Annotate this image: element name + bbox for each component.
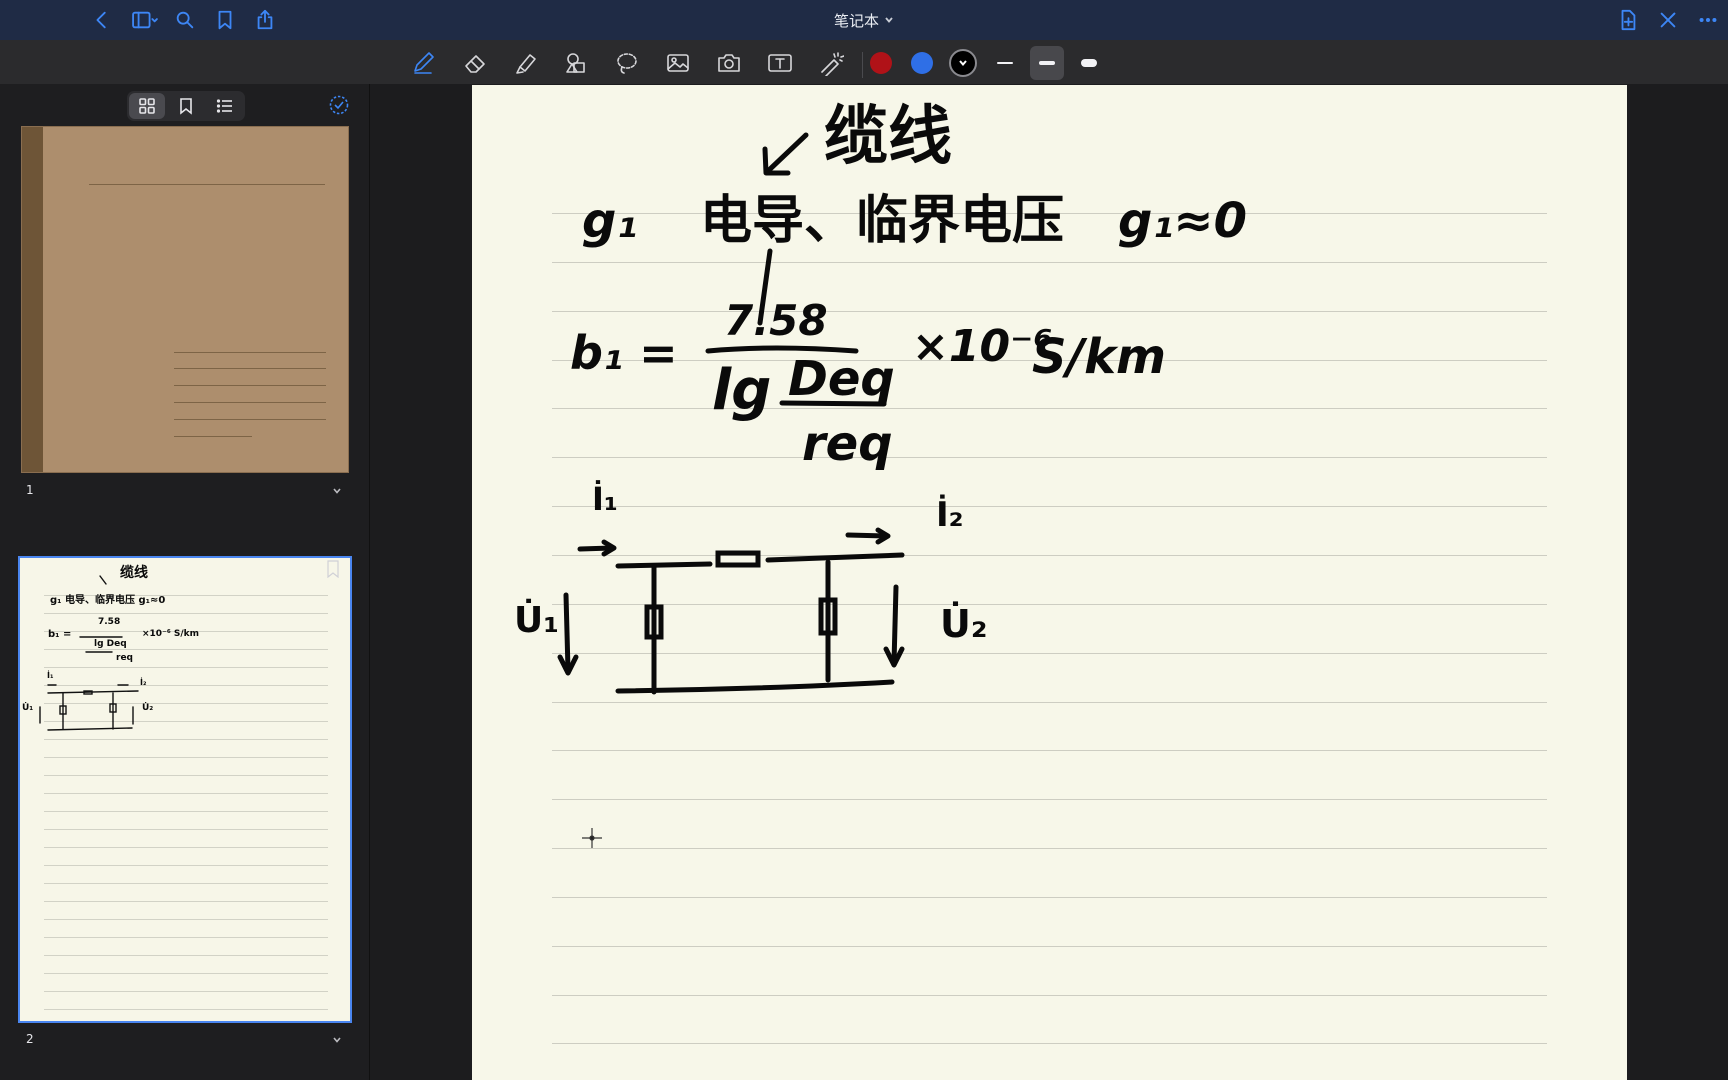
close-icon[interactable] — [1654, 6, 1682, 34]
page-menu-chevron-icon[interactable] — [332, 483, 344, 495]
note-canvas-area[interactable]: 缆线 g₁ 电导、临界电压 g₁≈0 7.58 b₁ = lg Deq req … — [371, 84, 1728, 1080]
highlighter-icon[interactable] — [509, 46, 543, 80]
cover-line — [174, 352, 326, 353]
cover-line — [174, 436, 252, 437]
share-icon[interactable] — [251, 6, 279, 34]
ruled-line — [44, 883, 328, 884]
color-swatch-blue[interactable] — [911, 52, 933, 74]
cover-line — [174, 402, 326, 403]
cover-line — [89, 184, 325, 185]
laser-pointer-icon[interactable] — [814, 46, 848, 80]
ruled-line — [44, 865, 328, 866]
thumb-ink-drawing — [39, 575, 139, 731]
cover-line — [174, 385, 326, 386]
sidebar-toggle-icon[interactable] — [128, 6, 162, 34]
bookmark-view-icon[interactable] — [168, 93, 204, 119]
select-pages-icon[interactable] — [328, 94, 352, 118]
shapes-icon[interactable] — [559, 46, 593, 80]
ruled-line — [44, 793, 328, 794]
more-icon[interactable] — [1694, 6, 1722, 34]
chevron-down-icon — [959, 60, 967, 67]
outline-view-icon[interactable] — [207, 93, 243, 119]
image-icon[interactable] — [661, 46, 695, 80]
chevron-down-icon — [885, 17, 893, 23]
note-page[interactable]: 缆线 g₁ 电导、临界电压 g₁≈0 7.58 b₁ = lg Deq req … — [472, 85, 1627, 1080]
notebook-title-button[interactable]: 笔记本 — [834, 10, 894, 31]
color-swatch-red[interactable] — [870, 52, 892, 74]
cover-line — [174, 419, 326, 420]
grid-view-icon[interactable] — [129, 93, 165, 119]
ruled-line — [44, 901, 328, 902]
ruled-line — [44, 811, 328, 812]
notes-app: 笔记本 1 缆线 g₁ 电导、临界电压 g₁≈0 7.58 b₁ = lg De… — [0, 0, 1728, 1080]
color-swatch-black[interactable] — [949, 49, 977, 77]
page-thumbnail-1[interactable] — [21, 126, 349, 473]
ink-drawing — [557, 132, 905, 695]
pen-icon[interactable] — [406, 46, 440, 80]
stroke-medium-button[interactable] — [1030, 46, 1064, 80]
ruled-line — [44, 955, 328, 956]
eraser-icon[interactable] — [458, 46, 492, 80]
view-mode-segmented-control — [127, 91, 245, 121]
cover-line — [174, 368, 326, 369]
ruled-line — [44, 919, 328, 920]
search-icon[interactable] — [171, 6, 199, 34]
page-menu-chevron-icon[interactable] — [332, 1032, 344, 1044]
cover-spine — [22, 127, 43, 472]
notebook-title: 笔记本 — [833, 11, 879, 30]
text-icon[interactable] — [763, 46, 797, 80]
page-sidebar: 1 缆线 g₁ 电导、临界电压 g₁≈0 7.58 b₁ = lg Deq re… — [0, 84, 370, 1080]
ruled-line — [44, 829, 328, 830]
toolbar-divider — [862, 52, 863, 78]
title-bar: 笔记本 — [0, 0, 1728, 40]
ruled-line — [44, 937, 328, 938]
drawing-toolbar — [0, 40, 1728, 84]
page-number-label: 2 — [26, 1032, 34, 1046]
ruled-line — [44, 973, 328, 974]
page-thumbnail-2[interactable]: 缆线 g₁ 电导、临界电压 g₁≈0 7.58 b₁ = lg Deq req … — [18, 556, 352, 1023]
back-chevron-icon[interactable] — [88, 6, 116, 34]
bookmark-icon[interactable] — [211, 6, 239, 34]
camera-icon[interactable] — [712, 46, 746, 80]
stroke-thin-button[interactable] — [988, 46, 1022, 80]
ruled-line — [44, 847, 328, 848]
stroke-thick-button[interactable] — [1072, 46, 1106, 80]
add-page-icon[interactable] — [1614, 6, 1642, 34]
crosshair-cursor-icon — [580, 826, 604, 850]
ruled-line — [44, 991, 328, 992]
page-number-label: 1 — [26, 483, 34, 497]
lasso-icon[interactable] — [610, 46, 644, 80]
ruled-line — [44, 1009, 328, 1010]
ruled-line — [44, 775, 328, 776]
